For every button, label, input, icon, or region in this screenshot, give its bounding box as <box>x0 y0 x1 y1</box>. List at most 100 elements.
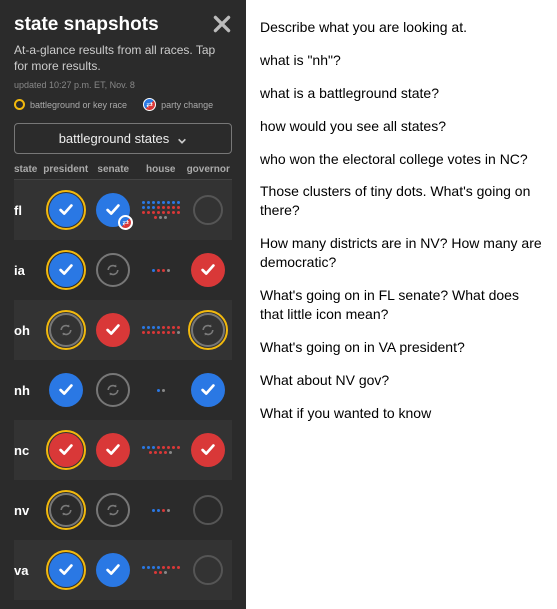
senate-pending[interactable] <box>96 493 130 527</box>
senate-result[interactable] <box>96 553 130 587</box>
question-10: What if you wanted to know <box>260 404 543 423</box>
president-cell <box>42 493 90 527</box>
senate-cell <box>90 313 138 347</box>
governor-result[interactable] <box>191 373 225 407</box>
question-6: How many districts are in NV? How many a… <box>260 234 543 272</box>
updated-timestamp: updated 10:27 p.m. ET, Nov. 8 <box>14 80 232 90</box>
state-row-va[interactable]: va <box>14 540 232 600</box>
state-rows: fl ⇄ ia oh nh nc nv va <box>14 180 232 600</box>
governor-cell <box>185 555 233 585</box>
governor-result[interactable] <box>191 253 225 287</box>
president-cell <box>42 313 90 347</box>
senate-result[interactable]: ⇄ <box>96 193 130 227</box>
house-districts[interactable] <box>142 201 180 219</box>
state-abbr: va <box>14 563 42 578</box>
legend-battleground-label: battleground or key race <box>30 100 127 110</box>
senate-cell <box>90 253 138 287</box>
filter-label: battleground states <box>59 131 170 146</box>
governor-cell <box>185 495 233 525</box>
state-abbr: fl <box>14 203 42 218</box>
governor-none <box>193 555 223 585</box>
question-3: how would you see all states? <box>260 117 543 136</box>
governor-cell <box>185 373 233 407</box>
president-pending[interactable] <box>49 493 83 527</box>
senate-result[interactable] <box>96 313 130 347</box>
legend-flip-label: party change <box>161 100 213 110</box>
filter-dropdown[interactable]: battleground states <box>14 123 232 154</box>
question-5: Those clusters of tiny dots. What's goin… <box>260 182 543 220</box>
state-row-nh[interactable]: nh <box>14 360 232 420</box>
panel-subtitle: At-a-glance results from all races. Tap … <box>14 42 232 74</box>
senate-cell: ⇄ <box>90 193 138 227</box>
question-9: What about NV gov? <box>260 371 543 390</box>
col-governor: governor <box>185 164 233 175</box>
president-pending[interactable] <box>49 313 83 347</box>
col-state: state <box>14 164 42 175</box>
house-districts[interactable] <box>142 389 180 392</box>
snapshots-panel: state snapshots At-a-glance results from… <box>0 0 246 609</box>
house-districts[interactable] <box>142 509 180 512</box>
state-abbr: nc <box>14 443 42 458</box>
house-cell <box>137 509 185 512</box>
governor-none <box>193 495 223 525</box>
governor-cell <box>185 313 233 347</box>
president-cell <box>42 253 90 287</box>
president-result[interactable] <box>49 553 83 587</box>
close-button[interactable] <box>208 10 236 38</box>
president-result[interactable] <box>49 433 83 467</box>
senate-result[interactable] <box>96 433 130 467</box>
question-1: what is "nh"? <box>260 51 543 70</box>
question-2: what is a battleground state? <box>260 84 543 103</box>
question-4: who won the electoral college votes in N… <box>260 150 543 169</box>
state-abbr: ia <box>14 263 42 278</box>
legend: battleground or key race ⇄ party change <box>14 98 232 111</box>
col-house: house <box>137 164 185 175</box>
house-districts[interactable] <box>142 269 180 272</box>
president-cell <box>42 193 90 227</box>
party-change-icon: ⇄ <box>118 215 133 230</box>
col-senate: senate <box>90 164 138 175</box>
house-cell <box>137 566 185 574</box>
house-districts[interactable] <box>142 326 180 334</box>
governor-cell <box>185 195 233 225</box>
col-president: president <box>42 164 90 175</box>
president-result[interactable] <box>49 373 83 407</box>
governor-cell <box>185 253 233 287</box>
president-cell <box>42 433 90 467</box>
house-districts[interactable] <box>142 446 180 454</box>
state-abbr: oh <box>14 323 42 338</box>
house-cell <box>137 446 185 454</box>
president-result[interactable] <box>49 253 83 287</box>
senate-cell <box>90 373 138 407</box>
house-cell <box>137 269 185 272</box>
president-cell <box>42 373 90 407</box>
battleground-ring-icon <box>14 99 25 110</box>
governor-cell <box>185 433 233 467</box>
questions-column: Describe what you are looking at. what is… <box>246 0 557 609</box>
house-districts[interactable] <box>142 566 180 574</box>
state-abbr: nh <box>14 383 42 398</box>
party-change-icon: ⇄ <box>143 98 156 111</box>
state-row-nv[interactable]: nv <box>14 480 232 540</box>
house-cell <box>137 326 185 334</box>
president-result[interactable] <box>49 193 83 227</box>
question-0: Describe what you are looking at. <box>260 18 543 37</box>
governor-result[interactable] <box>191 433 225 467</box>
state-row-ia[interactable]: ia <box>14 240 232 300</box>
close-icon <box>211 13 233 35</box>
state-row-fl[interactable]: fl ⇄ <box>14 180 232 240</box>
house-cell <box>137 389 185 392</box>
state-row-oh[interactable]: oh <box>14 300 232 360</box>
senate-pending[interactable] <box>96 253 130 287</box>
governor-pending[interactable] <box>191 313 225 347</box>
house-cell <box>137 201 185 219</box>
state-row-nc[interactable]: nc <box>14 420 232 480</box>
governor-none <box>193 195 223 225</box>
table-header: state president senate house governor <box>14 164 232 180</box>
senate-pending[interactable] <box>96 373 130 407</box>
senate-cell <box>90 493 138 527</box>
senate-cell <box>90 553 138 587</box>
chevron-down-icon <box>177 134 187 144</box>
president-cell <box>42 553 90 587</box>
panel-title: state snapshots <box>14 14 232 36</box>
